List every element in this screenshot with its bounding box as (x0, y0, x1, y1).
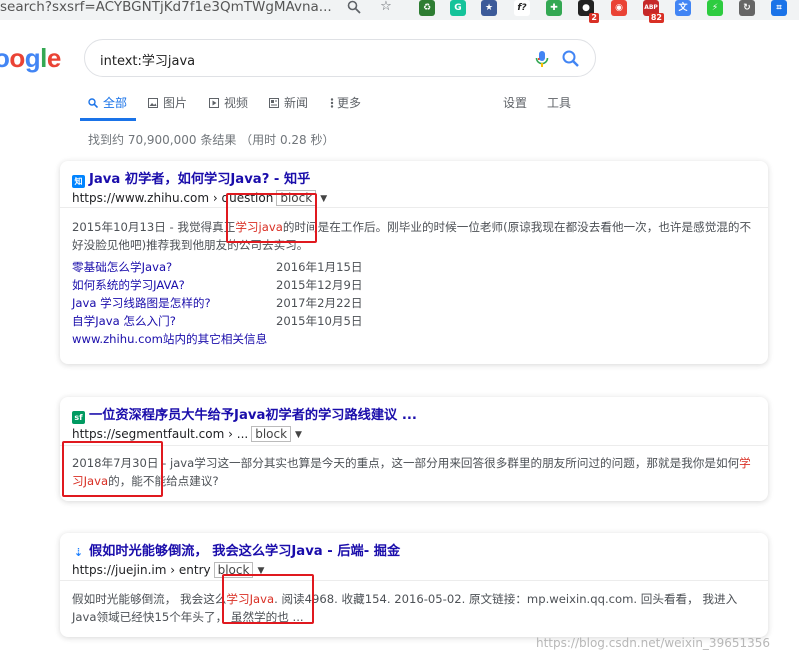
tab-label: 全部 (103, 96, 128, 110)
snippet-text: 2018年7月30日 - java学习这一部分其实也算是今天的重点，这一部分用来… (72, 456, 740, 470)
lightning-ext-icon[interactable]: ⚡ (707, 0, 723, 16)
result-stats: 找到约 70,900,000 条结果 （用时 0.28 秒） (88, 133, 335, 147)
search-box[interactable] (84, 39, 596, 77)
logo-letter: e (46, 43, 61, 73)
active-tab-indicator (80, 118, 136, 121)
tab-label: 图片 (163, 96, 188, 110)
annotation-box (62, 441, 163, 497)
tab-settings[interactable]: 设置 (503, 94, 527, 114)
result-title-link[interactable]: 假如时光能够倒流， 我会这么学习Java - 后端- 掘金 (89, 544, 400, 559)
video-icon (209, 95, 219, 108)
result-title-link[interactable]: Java 初学者，如何学习Java? - 知乎 (89, 172, 310, 187)
tab-news[interactable]: 新闻 (269, 94, 308, 114)
result-header: 知 Java 初学者，如何学习Java? - 知乎 https://www.zhi… (60, 161, 768, 208)
tab-all[interactable]: 全部 (88, 94, 127, 114)
search-input[interactable] (100, 49, 500, 69)
annotation-box (222, 574, 314, 624)
search-icon[interactable] (561, 49, 581, 69)
zoom-icon[interactable] (345, 0, 363, 16)
logo-letter: l (40, 43, 47, 73)
tab-label: 视频 (224, 96, 249, 110)
url-host[interactable]: https://www.zhihu.com (72, 191, 209, 205)
annotation-box (226, 193, 317, 243)
translate-ext-icon[interactable]: 文 (675, 0, 691, 16)
sitelink-date: 2015年12月9日 (276, 278, 363, 292)
image-icon (148, 95, 158, 108)
sitelink-date: 2015年10月5日 (276, 314, 363, 328)
sitelink-row: Java 学习线路图是怎样的? 2017年2月22日 (72, 294, 362, 312)
google-logo[interactable]: oogle (0, 44, 61, 72)
star-box-ext-icon[interactable]: ★ (481, 0, 497, 16)
sitelink[interactable]: 自学Java 怎么入门? (72, 312, 176, 330)
refresh-ext-icon[interactable]: ↻ (739, 0, 755, 16)
bookmark-star-icon[interactable]: ☆ (377, 0, 395, 16)
sitelink-row: 如何系统的学习JAVA? 2015年12月9日 (72, 276, 362, 294)
logo-letter: o (9, 43, 25, 73)
result-card: 知 Java 初学者，如何学习Java? - 知乎 https://www.zhi… (60, 161, 768, 364)
url-host[interactable]: https://segmentfault.com (72, 427, 224, 441)
tab-label: 新闻 (284, 96, 309, 110)
extension-badge: 82 (648, 13, 664, 23)
more-from-site-link[interactable]: www.zhihu.com站内的其它相关信息 (72, 330, 267, 348)
block-button[interactable]: block (251, 426, 292, 442)
url-host[interactable]: https://juejin.im (72, 563, 166, 577)
result-snippet: 2015年10月13日 - 我觉得真正学习java的时间是在工作后。刚毕业的时候… (72, 218, 756, 254)
chevron-down-icon[interactable]: ▼ (320, 194, 327, 204)
search-icon (88, 95, 99, 109)
sitelink-date: 2016年1月15日 (276, 260, 363, 274)
crop-ext-icon[interactable]: ⌗ (771, 0, 787, 16)
tab-images[interactable]: 图片 (148, 94, 187, 114)
recycle-ext-icon[interactable]: ♻ (419, 0, 435, 16)
result-title-link[interactable]: 一位资深程序员大牛给予Java初学者的学习路线建议 ... (89, 408, 417, 423)
color-ext-icon[interactable]: ◉ (611, 0, 627, 16)
black-ext-icon[interactable]: ● 2 (578, 0, 599, 23)
result-card: sf 一位资深程序员大牛给予Java初学者的学习路线建议 ... https://… (60, 397, 768, 501)
result-snippet: 假如时光能够倒流， 我会这么学习Java. 阅读4968. 收藏154. 201… (72, 590, 756, 626)
more-dots-icon (330, 95, 334, 108)
result-header: ⇣ 假如时光能够倒流， 我会这么学习Java - 后端- 掘金 https://j… (60, 533, 768, 581)
zhihu-favicon-icon: 知 (72, 175, 85, 188)
result-url: https://segmentfault.com › ... block ▼ (72, 426, 302, 442)
juejin-favicon-icon: ⇣ (73, 546, 84, 559)
url-path: › entry (166, 563, 211, 577)
sitelink-row: 零基础怎么学Java? 2016年1月15日 (72, 258, 362, 276)
segmentfault-favicon-icon: sf (72, 411, 85, 424)
sitelinks: 零基础怎么学Java? 2016年1月15日 如何系统的学习JAVA? 2015年1… (72, 258, 362, 348)
sitelink[interactable]: Java 学习线路图是怎样的? (72, 294, 211, 312)
snippet-text: 假如时光能够倒流， 我会这么 (72, 592, 227, 606)
extension-badge: 2 (589, 13, 599, 23)
result-title-row: sf 一位资深程序员大牛给予Java初学者的学习路线建议 ... (72, 404, 417, 424)
adblock-ext-icon[interactable]: ABP 82 (643, 0, 664, 23)
result-title-row: 知 Java 初学者，如何学习Java? - 知乎 (72, 168, 310, 188)
result-card: ⇣ 假如时光能够倒流， 我会这么学习Java - 后端- 掘金 https://j… (60, 533, 768, 637)
browser-toolbar: search?sxsrf=ACYBGNTjKd7f1e3QmTWgMAvna..… (0, 0, 799, 23)
microphone-icon[interactable] (533, 49, 551, 69)
sitelink[interactable]: 如何系统的学习JAVA? (72, 276, 185, 294)
result-title-row: ⇣ 假如时光能够倒流， 我会这么学习Java - 后端- 掘金 (72, 540, 400, 559)
tab-tools[interactable]: 工具 (547, 94, 571, 114)
snippet-text: 2015年10月13日 - 我觉得真正 (72, 220, 236, 234)
sitelink-date: 2017年2月22日 (276, 296, 363, 310)
logo-letter: g (24, 43, 41, 73)
grammarly-ext-icon[interactable]: G (450, 0, 466, 16)
puzzle-ext-icon[interactable]: ✚ (546, 0, 562, 16)
result-snippet: 2018年7月30日 - java学习这一部分其实也算是今天的重点，这一部分用来… (72, 454, 756, 490)
tab-videos[interactable]: 视频 (209, 94, 248, 114)
url-path: › ... (224, 427, 249, 441)
newspaper-icon (269, 95, 279, 108)
sitelink[interactable]: 零基础怎么学Java? (72, 258, 172, 276)
result-header: sf 一位资深程序员大牛给予Java初学者的学习路线建议 ... https://… (60, 397, 768, 446)
chevron-down-icon[interactable]: ▼ (295, 430, 302, 440)
address-bar-url[interactable]: search?sxsrf=ACYBGNTjKd7f1e3QmTWgMAvna..… (0, 0, 336, 18)
logo-letter: o (0, 43, 10, 73)
tab-more[interactable]: 更多 (330, 94, 361, 114)
sitelink-row: 自学Java 怎么入门? 2015年10月5日 (72, 312, 362, 330)
formula-ext-icon[interactable]: f? (514, 0, 530, 16)
csdn-watermark: https://blog.csdn.net/weixin_39651356 (536, 636, 771, 650)
tab-label: 更多 (337, 96, 362, 110)
